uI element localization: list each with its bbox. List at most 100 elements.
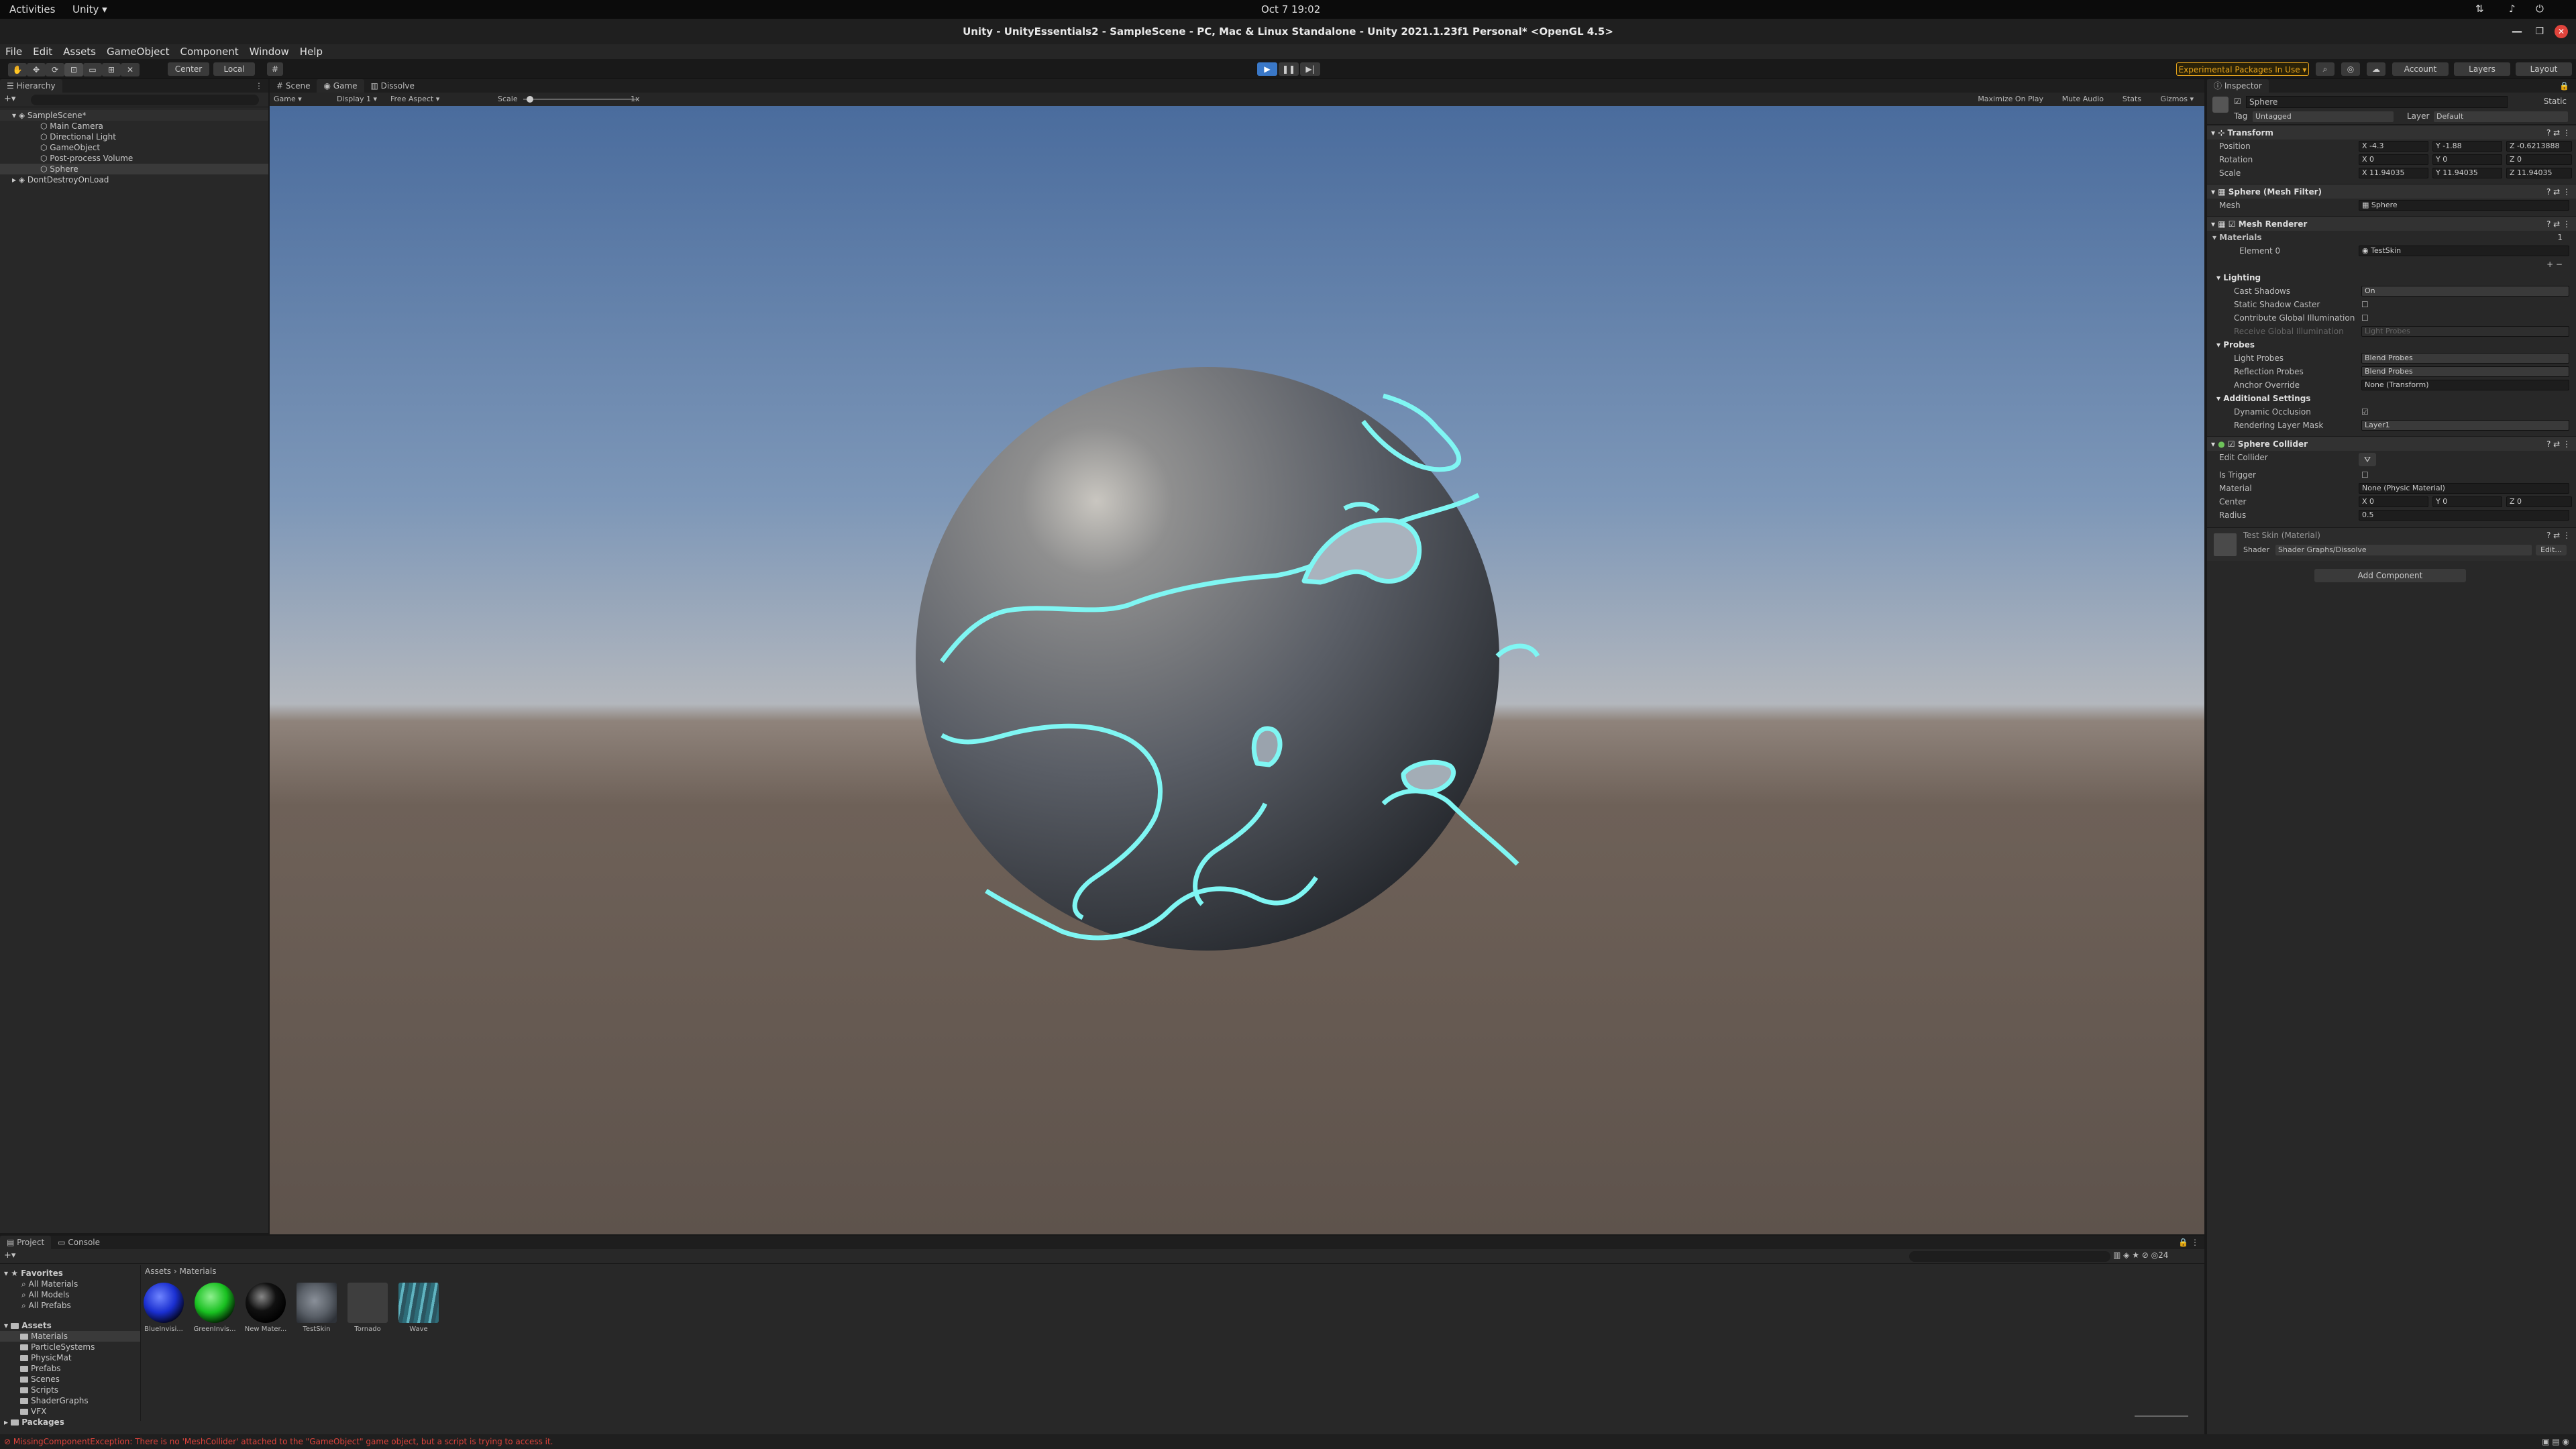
folder-item[interactable]: Prefabs [0, 1363, 140, 1374]
element0-field[interactable]: ◉ TestSkin [2359, 246, 2569, 256]
status-icons[interactable]: ▣ ▤ ◉ [2542, 1434, 2569, 1449]
layers-dropdown[interactable]: Layers [2454, 62, 2510, 76]
status-message[interactable]: MissingComponentException: There is no '… [13, 1437, 553, 1446]
close-icon[interactable]: ✕ [2555, 25, 2568, 38]
component-menu-icon[interactable]: ? ⇄ ⋮ [2546, 437, 2571, 451]
collider-material-field[interactable]: None (Physic Material) [2359, 483, 2569, 494]
foldout-icon[interactable]: ▾ [2207, 187, 2215, 197]
favorite-item[interactable]: ⌕ All Models [0, 1289, 140, 1300]
foldout-icon[interactable]: ▾ [2207, 439, 2215, 449]
add-object-icon[interactable]: +▾ [4, 94, 15, 104]
lighting-section[interactable]: ▾ Lighting [2207, 271, 2576, 284]
game-mode-dropdown[interactable]: Game ▾ [274, 93, 330, 106]
hierarchy-item[interactable]: ⬡ Directional Light [0, 131, 268, 142]
transform-tool-icon[interactable]: ⊞ [102, 62, 121, 76]
folder-item-selected[interactable]: Materials [0, 1331, 140, 1342]
center-z-field[interactable]: Z 0 [2506, 496, 2572, 507]
dynamic-occlusion-checkbox[interactable]: ☑ [2361, 405, 2369, 419]
custom-tool-icon[interactable]: ✕ [121, 62, 140, 76]
anchor-override-field[interactable]: None (Transform) [2361, 380, 2569, 390]
tab-dissolve[interactable]: ▥ Dissolve [364, 79, 421, 93]
menu-gameobject[interactable]: GameObject [101, 44, 175, 59]
play-button[interactable]: ▶ [1257, 62, 1277, 76]
asset-item[interactable]: TestSkin [295, 1283, 338, 1333]
scale-z-field[interactable]: Z 11.94035 [2506, 168, 2572, 178]
cloud-icon[interactable]: ☁ [2367, 62, 2385, 76]
folder-item[interactable]: Scenes [0, 1374, 140, 1385]
additional-settings-section[interactable]: ▾ Additional Settings [2207, 392, 2576, 405]
lock-icon[interactable]: 🔒 [2559, 79, 2569, 93]
pause-button[interactable]: ❚❚ [1279, 62, 1299, 76]
scale-y-field[interactable]: Y 11.94035 [2432, 168, 2502, 178]
step-button[interactable]: ▶| [1300, 62, 1320, 76]
menu-assets[interactable]: Assets [58, 44, 101, 59]
asset-item[interactable]: GreenInvis... [193, 1283, 236, 1333]
asset-item[interactable]: Wave [397, 1283, 440, 1333]
shader-edit-button[interactable]: Edit... [2536, 545, 2567, 555]
rotation-y-field[interactable]: Y 0 [2432, 154, 2502, 165]
tab-hierarchy[interactable]: ☰ Hierarchy [0, 79, 62, 93]
favorite-item[interactable]: ⌕ All Prefabs [0, 1300, 140, 1311]
rotation-z-field[interactable]: Z 0 [2506, 154, 2572, 165]
rotation-x-field[interactable]: X 0 [2359, 154, 2428, 165]
folder-item[interactable]: VFX [0, 1406, 140, 1417]
clock[interactable]: Oct 7 19:02 [1261, 3, 1320, 15]
packages-header[interactable]: ▸ Packages [0, 1417, 140, 1428]
hierarchy-item[interactable]: ⬡ Main Camera [0, 121, 268, 131]
mesh-renderer-header[interactable]: ▾ ▦ ☑ Mesh Renderer ? ⇄ ⋮ [2207, 216, 2576, 231]
shader-dropdown[interactable]: Shader Graphs/Dissolve [2275, 545, 2532, 555]
folder-item[interactable]: PhysicMat [0, 1352, 140, 1363]
is-trigger-checkbox[interactable]: ☐ [2361, 468, 2369, 482]
project-search-input[interactable] [1909, 1251, 2110, 1262]
foldout-icon[interactable]: ▾ [2207, 219, 2215, 229]
scale-slider-handle[interactable] [527, 96, 533, 103]
light-probes-dropdown[interactable]: Blend Probes [2361, 353, 2569, 364]
cast-shadows-dropdown[interactable]: On [2361, 286, 2569, 297]
object-name-field[interactable]: Sphere [2246, 96, 2508, 108]
maximize-on-play-toggle[interactable]: Maximize On Play [1978, 93, 2043, 106]
maximize-icon[interactable]: ❐ [2535, 19, 2544, 44]
favorite-item[interactable]: ⌕ All Materials [0, 1279, 140, 1289]
folder-item[interactable]: Scripts [0, 1385, 140, 1395]
game-render[interactable] [270, 106, 2204, 1234]
folder-item[interactable]: ParticleSystems [0, 1342, 140, 1352]
position-y-field[interactable]: Y -1.88 [2432, 141, 2502, 152]
power-icon[interactable]: ⏻ [2536, 3, 2544, 15]
hierarchy-item-selected[interactable]: ⬡ Sphere [0, 164, 268, 174]
material-menu-icon[interactable]: ? ⇄ ⋮ [2546, 531, 2571, 540]
layout-dropdown[interactable]: Layout [2516, 62, 2572, 76]
asset-item[interactable]: Tornado [346, 1283, 389, 1333]
sphere-object[interactable] [916, 367, 1499, 951]
hierarchy-item-dontdestroy[interactable]: ▸ ◈ DontDestroyOnLoad [0, 174, 268, 185]
menu-help[interactable]: Help [294, 44, 328, 59]
network-icon[interactable]: ⇅ [2475, 3, 2484, 15]
folder-item[interactable]: ShaderGraphs [0, 1395, 140, 1406]
transform-header[interactable]: ▾ ⊹ Transform ? ⇄ ⋮ [2207, 125, 2576, 140]
breadcrumb-root[interactable]: Assets [145, 1267, 171, 1276]
scale-x-field[interactable]: X 11.94035 [2359, 168, 2428, 178]
breadcrumb-leaf[interactable]: Materials [180, 1267, 217, 1276]
scale-tool-icon[interactable]: ⊡ [64, 62, 83, 76]
pivot-center-toggle[interactable]: Center [168, 62, 209, 76]
thumbnail-size-slider[interactable] [2135, 1415, 2188, 1417]
materials-row[interactable]: ▾ Materials 1 [2207, 231, 2576, 244]
materials-count[interactable]: 1 [2557, 231, 2563, 244]
create-asset-icon[interactable]: +▾ [4, 1250, 15, 1260]
hierarchy-search-input[interactable] [31, 95, 259, 105]
account-dropdown[interactable]: Account [2392, 62, 2449, 76]
assets-header[interactable]: ▾ Assets [0, 1320, 140, 1331]
activities-button[interactable]: Activities [9, 3, 55, 15]
tab-console[interactable]: ▭ Console [51, 1236, 107, 1249]
rendering-layer-dropdown[interactable]: Layer1 [2361, 420, 2569, 431]
active-checkbox[interactable]: ☑ [2234, 97, 2241, 106]
probes-section[interactable]: ▾ Probes [2207, 338, 2576, 352]
radius-field[interactable]: 0.5 [2359, 510, 2569, 521]
reflection-probes-dropdown[interactable]: Blend Probes [2361, 366, 2569, 377]
gizmos-toggle[interactable]: Gizmos ▾ [2160, 93, 2194, 106]
pivot-local-toggle[interactable]: Local [213, 62, 255, 76]
mesh-field[interactable]: ▦ Sphere [2359, 200, 2569, 211]
app-menu[interactable]: Unity ▾ [72, 3, 107, 15]
center-y-field[interactable]: Y 0 [2432, 496, 2502, 507]
panel-menu-icon[interactable]: 🔒 ⋮ [2178, 1236, 2199, 1249]
mesh-renderer-enabled-checkbox[interactable]: ☑ [2229, 219, 2236, 229]
